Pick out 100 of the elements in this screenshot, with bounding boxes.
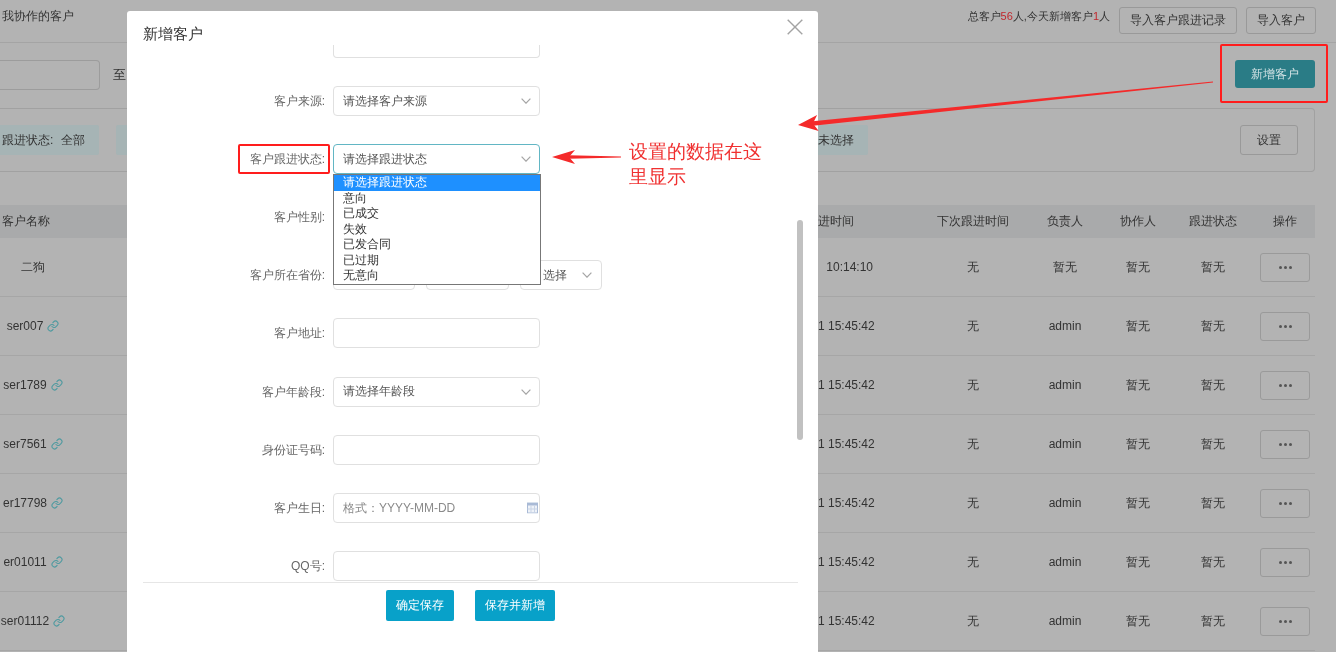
table-cell-text: 暂无: [1199, 553, 1226, 571]
close-icon: [787, 19, 803, 35]
filter-tag[interactable]: 跟进状态: 全部: [0, 125, 100, 155]
more-button[interactable]: [1260, 311, 1310, 341]
customer-stats: 总客户56人,今天新增客户1人: [967, 9, 1110, 24]
customer-name: er17798: [2, 496, 47, 510]
input-field[interactable]: [333, 434, 540, 465]
field-label: 客户性别:: [273, 210, 326, 225]
link-icon[interactable]: [50, 556, 63, 568]
field-label: 客户年龄段:: [261, 384, 326, 399]
field-label: 身份证号码:: [261, 442, 326, 457]
more-button[interactable]: [1260, 252, 1310, 282]
more-icon: [1278, 501, 1292, 505]
link-icon[interactable]: [50, 379, 63, 391]
table-cell-text: 暂无: [1124, 494, 1151, 512]
table-cell-text: admin: [1047, 496, 1083, 510]
link-icon[interactable]: [51, 497, 63, 509]
table-cell-text: admin: [1047, 378, 1083, 392]
table-cell-text: 无: [965, 612, 980, 630]
input-field[interactable]: [333, 45, 540, 58]
add-customer-button[interactable]: 新增客户: [1235, 60, 1315, 88]
customer-name: ser1789: [3, 378, 47, 392]
table-cell-text: 暂无: [1199, 435, 1226, 453]
calendar-icon: [527, 502, 538, 514]
import-button[interactable]: 导入客户: [1246, 7, 1316, 34]
more-button[interactable]: [1260, 488, 1310, 518]
filter-tag[interactable]: 未选择: [818, 125, 868, 155]
table-cell-text: 无: [965, 317, 980, 335]
table-cell-text: 暂无: [1124, 553, 1151, 571]
column-header: 客户名称: [2, 213, 51, 230]
table-cell-text: 无: [965, 376, 980, 394]
dialog-title: 新增客户: [143, 25, 203, 42]
table-cell-text: 1 15:45:42: [818, 614, 876, 628]
annotation-note: 设置的数据在这里显示: [629, 140, 763, 189]
close-button[interactable]: [787, 19, 803, 35]
table-cell-text: admin: [1047, 614, 1083, 628]
link-icon[interactable]: [50, 438, 63, 450]
link-icon[interactable]: [47, 320, 60, 332]
more-icon: [1278, 324, 1292, 328]
column-header: 进时间: [818, 213, 855, 230]
page-title: 我协作的客户: [2, 9, 74, 23]
table-cell-text: 暂无: [1199, 494, 1226, 512]
table-cell-text: 无: [965, 494, 980, 512]
import-button[interactable]: 导入客户跟进记录: [1119, 7, 1237, 34]
table-cell-text: 1 15:45:42: [818, 437, 876, 451]
input-field[interactable]: [333, 550, 540, 581]
column-header: 协作人: [1118, 213, 1157, 230]
more-icon: [1278, 442, 1292, 446]
filter-label: 跟进状态:: [2, 131, 54, 149]
range-separator: 至: [113, 66, 126, 84]
table-cell-text: admin: [1047, 555, 1083, 569]
more-icon: [1278, 619, 1292, 623]
customer-name: er01011: [3, 555, 47, 569]
dropdown-menu[interactable]: 请选择跟进状态 意向 已成交 失效 已发合同 已过期 无意向: [333, 174, 541, 285]
column-header: 下次跟进时间: [935, 213, 1010, 230]
filter-tag[interactable]: [116, 125, 127, 155]
filter-value: 全部: [61, 131, 86, 149]
table-cell-text: 1 15:45:42: [818, 555, 876, 569]
more-button[interactable]: [1260, 606, 1310, 636]
more-icon: [1278, 383, 1292, 387]
field-label: QQ号:: [291, 558, 326, 573]
field-label: 客户地址:: [273, 326, 326, 341]
table-cell-text: 暂无: [1199, 612, 1226, 630]
table-cell-text: 10:14:10: [825, 260, 874, 274]
table-cell-text: 无: [965, 435, 980, 453]
customer-name: ser7561: [3, 437, 47, 451]
table-cell-text: 暂无: [1199, 317, 1226, 335]
select-field[interactable]: 请选择跟进状态: [333, 144, 540, 175]
chevron-down-icon: [582, 272, 592, 279]
table-cell-text: 暂无: [1124, 317, 1151, 335]
table-cell-text: 1 15:45:42: [818, 378, 876, 392]
date-field[interactable]: 格式：YYYY-MM-DD: [333, 492, 540, 523]
input-field[interactable]: [333, 318, 540, 349]
field-label: 客户来源:: [273, 94, 326, 109]
select-field[interactable]: 请选择客户来源: [333, 86, 540, 117]
select-field[interactable]: 请选择年龄段: [333, 376, 540, 407]
more-button[interactable]: [1260, 370, 1310, 400]
column-header: 跟进状态: [1187, 213, 1238, 230]
field-label: 客户生日:: [273, 500, 326, 515]
table-cell-text: 暂无: [1052, 258, 1078, 276]
settings-button[interactable]: 设置: [1240, 125, 1298, 155]
more-button[interactable]: [1260, 547, 1310, 577]
table-cell-text: 1 15:45:42: [818, 496, 876, 510]
scrollbar-thumb[interactable]: [797, 220, 803, 440]
table-cell-text: 无: [965, 258, 980, 276]
table-cell-text: 暂无: [1124, 376, 1151, 394]
table-cell-text: 暂无: [1124, 258, 1151, 276]
table-cell-text: 暂无: [1124, 435, 1151, 453]
more-button[interactable]: [1260, 429, 1310, 459]
table-cell-text: 无: [965, 553, 980, 571]
filter-value: 未选择: [818, 131, 854, 149]
more-icon: [1278, 560, 1292, 564]
field-label: 客户跟进状态:: [249, 152, 325, 167]
table-cell-text: 暂无: [1124, 612, 1151, 630]
chevron-down-icon: [521, 98, 531, 105]
field-label: 客户所在省份:: [249, 268, 326, 283]
link-icon[interactable]: [53, 615, 66, 627]
chevron-down-icon: [521, 156, 531, 163]
table-cell-text: 1 15:45:42: [818, 319, 876, 333]
customer-name: 二狗: [21, 258, 45, 276]
